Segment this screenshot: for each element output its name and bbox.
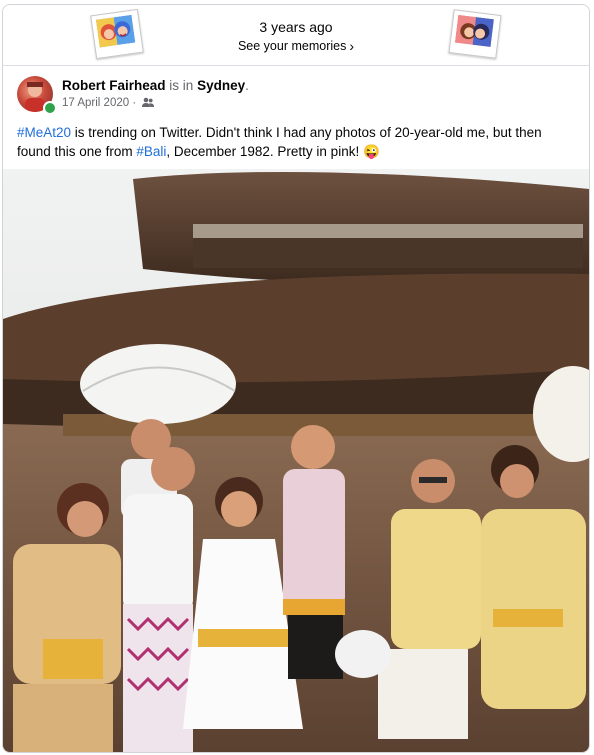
post-text: #MeAt20 is trending on Twitter. Didn't t… — [17, 123, 577, 161]
memories-banner: 3 years ago See your memories › — [3, 5, 589, 66]
bali-group-photo — [3, 169, 589, 752]
years-ago-label: 3 years ago — [259, 19, 333, 35]
post-meta: 17 April 2020 · — [62, 96, 155, 110]
post-date[interactable]: 17 April 2020 — [62, 97, 129, 109]
online-status-dot — [43, 101, 57, 115]
post-photo[interactable] — [3, 169, 589, 752]
is-in-text: is in — [169, 78, 194, 93]
author-name[interactable]: Robert Fairhead — [62, 78, 166, 93]
winking-emoji: 😜 — [362, 144, 380, 159]
friends-icon — [142, 97, 155, 107]
memory-card: 3 years ago See your memories › Robert F… — [2, 4, 590, 753]
hashtag-bali[interactable]: #Bali — [136, 144, 166, 159]
chevron-right-icon: › — [349, 38, 355, 54]
see-memories-label: See your memories — [237, 39, 347, 53]
see-memories-link[interactable]: See your memories › — [3, 37, 589, 55]
location-link[interactable]: Sydney — [197, 78, 245, 93]
post-text-part2: , December 1982. Pretty in pink! — [166, 144, 363, 159]
period-text: . — [245, 78, 249, 93]
author-line: Robert Fairhead is in Sydney. — [62, 77, 249, 94]
hashtag-meat20[interactable]: #MeAt20 — [17, 125, 71, 140]
memory-polaroid-icon — [448, 9, 502, 59]
post-header: Robert Fairhead is in Sydney. 17 April 2… — [17, 75, 577, 115]
